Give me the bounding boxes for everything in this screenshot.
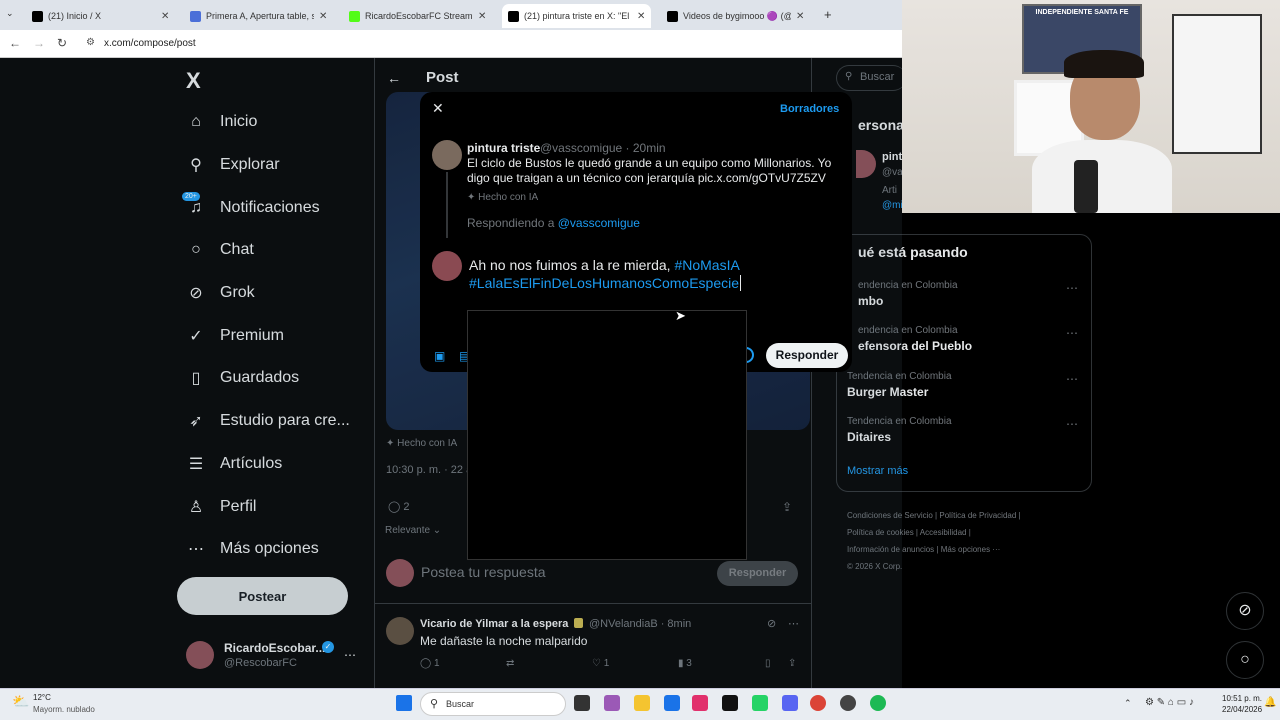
task-view-icon[interactable] <box>574 695 590 711</box>
tab-close-icon[interactable]: ✕ <box>161 11 169 22</box>
avatar <box>432 251 462 281</box>
back-arrow-icon[interactable]: ← <box>9 36 21 50</box>
trend-more-icon[interactable]: ⋯ <box>1066 326 1078 340</box>
browser-tab[interactable]: Videos de bygimooo 🟣 (@byg ✕ <box>661 4 810 28</box>
browser-tab[interactable]: (21) Inicio / X ✕ <box>26 4 175 28</box>
browser-tab-active[interactable]: (21) pintura triste en X: "El ciclo ✕ <box>502 4 652 28</box>
chat-float-icon[interactable]: ○ <box>1226 641 1264 679</box>
drafts-button[interactable]: Borradores <box>780 103 839 115</box>
tab-label: Videos de bygimooo 🟣 (@byg <box>683 10 791 21</box>
mouse-cursor-icon: ➤ <box>675 308 686 323</box>
replying-handle[interactable]: @vasscomigue <box>558 216 640 230</box>
new-tab-icon[interactable]: + <box>824 7 832 22</box>
tray-chevron-icon[interactable]: ⌃ <box>1124 698 1132 709</box>
whatsapp-icon[interactable] <box>752 695 768 711</box>
kick-favicon-icon <box>349 10 360 22</box>
trend-more-icon[interactable]: ⋯ <box>1066 372 1078 386</box>
address-bar: ← → ↻ ⚙ x.com/compose/post <box>0 30 902 58</box>
clock-date[interactable]: 22/04/2026 <box>1222 705 1262 714</box>
tab-close-icon[interactable]: ✕ <box>796 11 804 22</box>
grok-float-icon[interactable]: ⊘ <box>1226 592 1264 630</box>
tab-list-chevron-icon[interactable]: ⌄ <box>6 8 14 19</box>
browser-tab-bar: ⌄ (21) Inicio / X ✕ Primera A, Apertura … <box>0 0 902 30</box>
copilot-icon[interactable] <box>604 695 620 711</box>
image-icon[interactable]: ▣ <box>434 349 445 363</box>
thread-line <box>446 172 448 238</box>
tab-close-icon[interactable]: ✕ <box>637 11 645 22</box>
file-explorer-icon[interactable] <box>634 695 650 711</box>
x-favicon-icon <box>508 10 519 22</box>
tiktok-icon[interactable] <box>722 695 738 711</box>
compose-textarea[interactable]: Ah no nos fuimos a la re mierda, #NoMasI… <box>469 256 849 292</box>
trend-more-icon[interactable]: ⋯ <box>1066 417 1078 431</box>
obs-icon[interactable] <box>840 695 856 711</box>
original-handle: @vasscomigue · 20min <box>540 141 666 155</box>
discord-icon[interactable] <box>782 695 798 711</box>
doc-favicon-icon <box>190 10 201 22</box>
tab-close-icon[interactable]: ✕ <box>478 11 486 22</box>
reload-icon[interactable]: ↻ <box>57 36 67 50</box>
taskbar-search[interactable] <box>420 692 566 716</box>
browser-tab[interactable]: Primera A, Apertura table, sche ✕ <box>184 4 333 28</box>
trend-more-icon[interactable]: ⋯ <box>1066 281 1078 295</box>
search-icon: ⚲ <box>430 698 439 710</box>
footer-link[interactable]: Más opciones ··· <box>941 545 1001 554</box>
webcam-feed: INDEPENDIENTE SANTA FE <box>902 0 1280 213</box>
notifications-icon[interactable]: 🔔 <box>1264 697 1276 708</box>
tab-close-icon[interactable]: ✕ <box>319 11 327 22</box>
taskbar-search-label: Buscar <box>446 699 475 709</box>
weather-temp[interactable]: 12°C <box>33 693 51 702</box>
weather-icon[interactable]: ⛅ <box>12 693 29 710</box>
clock-time[interactable]: 10:51 p. m. <box>1222 694 1262 703</box>
streamer-hair <box>1064 50 1144 78</box>
tiktok-favicon-icon <box>667 10 678 22</box>
tray-icons[interactable]: ⚙ ✎ ⌂ ▭ ♪ <box>1145 697 1194 708</box>
x-favicon-icon <box>32 10 43 22</box>
footer-link[interactable]: Accesibilidad <box>920 528 967 537</box>
framed-jersey <box>1172 14 1262 154</box>
browser-tab[interactable]: RicardoEscobarFC Stream - Wa ✕ <box>343 4 492 28</box>
tab-label: (21) pintura triste en X: "El ciclo <box>524 11 632 21</box>
poster-banner: INDEPENDIENTE SANTA FE <box>1035 9 1129 16</box>
tab-label: (21) Inicio / X <box>48 11 102 21</box>
hashtag: #NoMasIA <box>674 257 740 273</box>
weather-desc: Mayorm. nublado <box>33 705 95 714</box>
tab-label: Primera A, Apertura table, sche <box>206 11 314 21</box>
streamer-shirt <box>1032 140 1172 213</box>
site-info-icon[interactable]: ⚙ <box>86 37 95 48</box>
text-cursor <box>740 275 742 291</box>
ai-label-text: Hecho con IA <box>478 192 539 203</box>
avatar <box>432 140 462 170</box>
tab-label: RicardoEscobarFC Stream - Wa <box>365 11 473 21</box>
original-text: El ciclo de Bustos le quedó grande a un … <box>467 156 832 185</box>
microphone <box>1074 160 1098 213</box>
url-field[interactable]: x.com/compose/post <box>104 38 196 49</box>
footer-link[interactable]: Política de Privacidad <box>939 511 1016 520</box>
ai-label: ✦ Hecho con IA <box>467 192 539 203</box>
spotify-icon[interactable] <box>870 695 886 711</box>
forward-arrow-icon[interactable]: → <box>33 36 45 50</box>
app-icon[interactable] <box>692 695 708 711</box>
windows-start-icon[interactable] <box>396 695 412 711</box>
emoji-picker-popup[interactable] <box>467 310 747 560</box>
store-icon[interactable] <box>664 695 680 711</box>
close-icon[interactable]: ✕ <box>432 100 444 117</box>
replying-prefix: Respondiendo a <box>467 216 555 230</box>
hashtag: #LalaEsElFinDeLosHumanosComoEspecie <box>469 275 740 291</box>
replying-to: Respondiendo a @vasscomigue <box>467 216 640 230</box>
chrome-icon[interactable] <box>810 695 826 711</box>
compose-text: Ah no nos fuimos a la re mierda, <box>469 257 675 273</box>
original-author: pintura triste <box>467 141 541 155</box>
reply-button[interactable]: Responder <box>766 343 848 368</box>
